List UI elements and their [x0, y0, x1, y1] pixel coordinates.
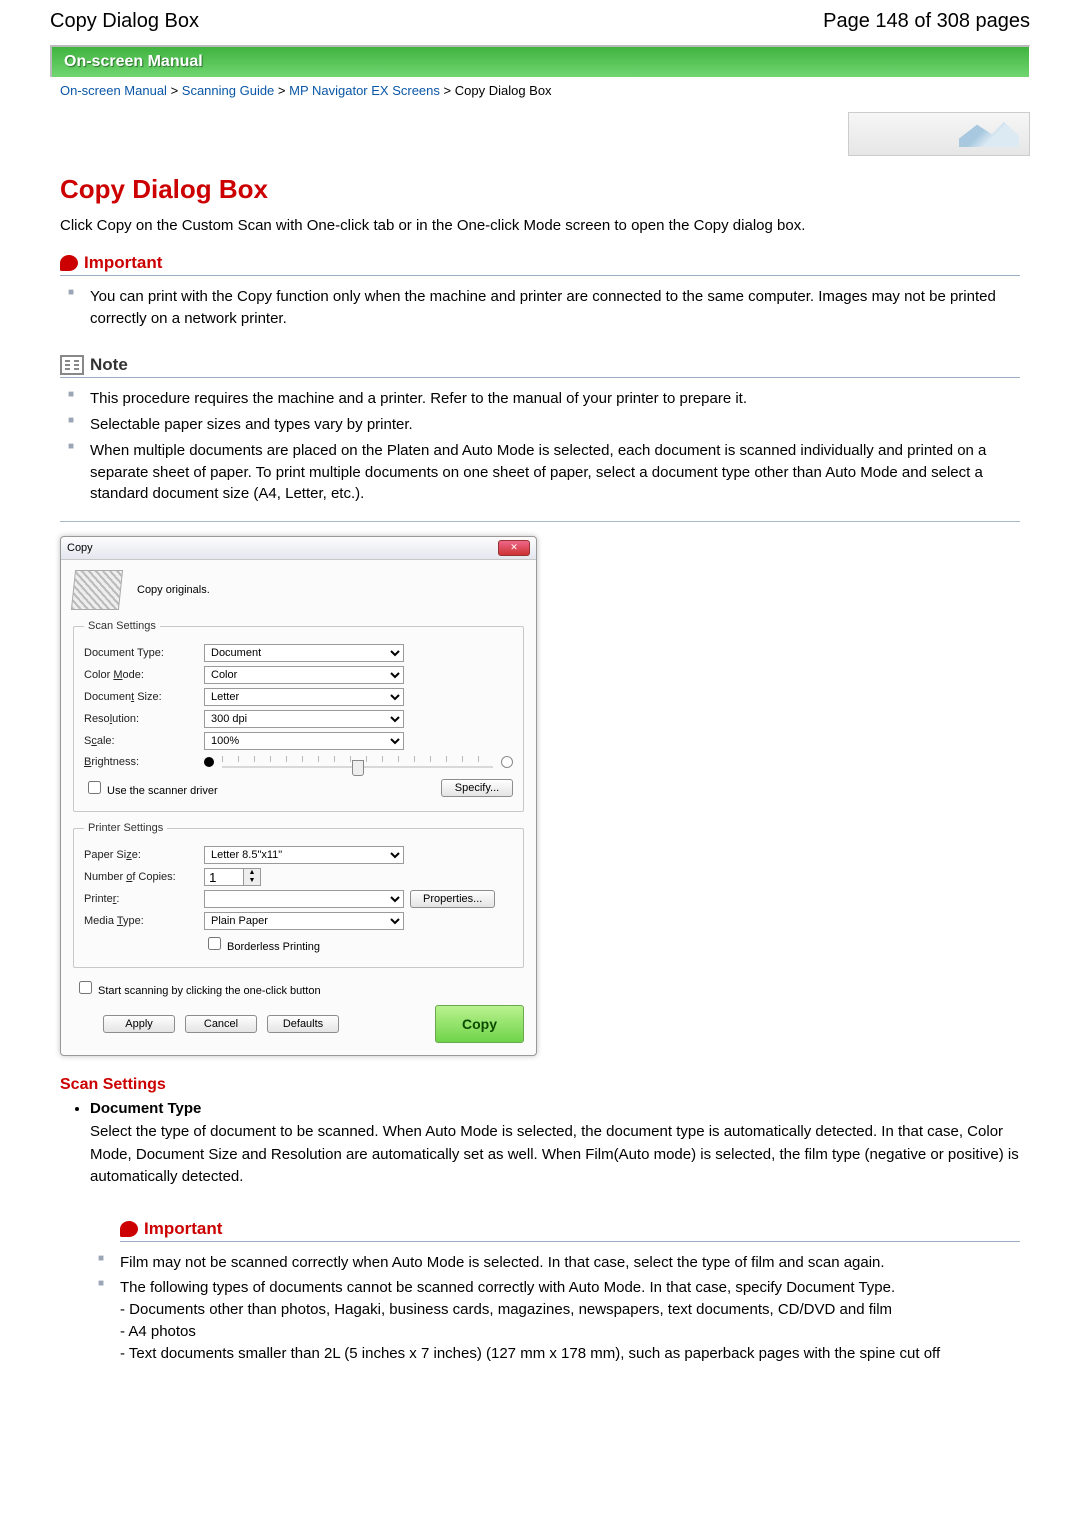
start-one-click-checkbox[interactable]: Start scanning by clicking the one-click…: [75, 978, 524, 997]
close-icon[interactable]: ✕: [498, 540, 530, 556]
brand-logo: [848, 112, 1030, 156]
printer-settings-legend: Printer Settings: [84, 822, 167, 834]
color-mode-select[interactable]: Color: [204, 666, 404, 684]
note-item: This procedure requires the machine and …: [84, 386, 1020, 412]
page-title: Copy Dialog Box: [60, 174, 1020, 205]
breadcrumb-link-3[interactable]: MP Navigator EX Screens: [289, 83, 440, 98]
note-list: This procedure requires the machine and …: [60, 386, 1020, 507]
resolution-select[interactable]: 300 dpi: [204, 710, 404, 728]
brightness-dark-icon: [204, 757, 214, 767]
document-type-label: Document Type:: [84, 647, 204, 659]
scan-settings-legend: Scan Settings: [84, 620, 160, 632]
brightness-slider[interactable]: [222, 754, 493, 770]
document-type-item: Document Type Select the type of documen…: [90, 1100, 1020, 1366]
dialog-title: Copy: [67, 542, 93, 554]
manual-bar: On-screen Manual: [50, 45, 1030, 77]
number-of-copies-label: Number of Copies:: [84, 871, 204, 883]
apply-button[interactable]: Apply: [103, 1015, 175, 1033]
scan-settings-group: Scan Settings Document Type: Document Co…: [73, 620, 524, 812]
defaults-button[interactable]: Defaults: [267, 1015, 339, 1033]
document-size-select[interactable]: Letter: [204, 688, 404, 706]
separator: [60, 521, 1020, 522]
printer-settings-group: Printer Settings Paper Size: Letter 8.5"…: [73, 822, 524, 968]
borderless-printing-checkbox[interactable]: Borderless Printing: [204, 934, 320, 953]
properties-button[interactable]: Properties...: [410, 890, 495, 908]
breadcrumb-link-2[interactable]: Scanning Guide: [182, 83, 275, 98]
important-list-1: You can print with the Copy function onl…: [60, 284, 1020, 332]
header-title-left: Copy Dialog Box: [50, 10, 199, 33]
important-item: The following types of documents cannot …: [114, 1275, 1020, 1366]
media-type-select[interactable]: Plain Paper: [204, 912, 404, 930]
scale-label: Scale:: [84, 735, 204, 747]
note-heading: Note: [60, 339, 1020, 378]
note-icon: [60, 355, 84, 375]
brightness-label: Brightness:: [84, 756, 204, 768]
intro-text: Click Copy on the Custom Scan with One-c…: [60, 215, 1020, 237]
copy-button[interactable]: Copy: [435, 1005, 524, 1043]
color-mode-label: Color Mode:: [84, 669, 204, 681]
breadcrumb-link-1[interactable]: On-screen Manual: [60, 83, 167, 98]
important-heading-2: Important: [120, 1203, 1020, 1242]
scan-settings-heading: Scan Settings: [60, 1076, 1020, 1094]
use-scanner-driver-checkbox[interactable]: Use the scanner driver: [84, 778, 218, 797]
printer-select[interactable]: [204, 890, 404, 908]
dialog-subtitle: Copy originals.: [137, 584, 210, 596]
important-item: Film may not be scanned correctly when A…: [114, 1250, 1020, 1276]
scale-select[interactable]: 100%: [204, 732, 404, 750]
cancel-button[interactable]: Cancel: [185, 1015, 257, 1033]
document-type-select[interactable]: Document: [204, 644, 404, 662]
important-item: You can print with the Copy function onl…: [84, 284, 1020, 332]
paper-size-select[interactable]: Letter 8.5"x11": [204, 846, 404, 864]
document-size-label: Document Size:: [84, 691, 204, 703]
header-title-right: Page 148 of 308 pages: [823, 10, 1030, 33]
copy-dialog: Copy ✕ Copy originals. Scan Settings Doc…: [60, 536, 537, 1056]
important-icon: [60, 255, 78, 271]
document-type-desc: Select the type of document to be scanne…: [90, 1121, 1020, 1189]
copy-originals-icon: [71, 570, 123, 610]
important-list-2: Film may not be scanned correctly when A…: [90, 1250, 1020, 1367]
printer-label: Printer:: [84, 893, 204, 905]
note-item: Selectable paper sizes and types vary by…: [84, 412, 1020, 438]
note-item: When multiple documents are placed on th…: [84, 438, 1020, 507]
brightness-light-icon: [501, 756, 513, 768]
paper-size-label: Paper Size:: [84, 849, 204, 861]
breadcrumb: On-screen Manual > Scanning Guide > MP N…: [60, 83, 1030, 98]
important-icon: [120, 1221, 138, 1237]
breadcrumb-current: Copy Dialog Box: [455, 83, 552, 98]
resolution-label: Resolution:: [84, 713, 204, 725]
number-of-copies-stepper[interactable]: ▲▼: [204, 868, 264, 886]
media-type-label: Media Type:: [84, 915, 204, 927]
specify-button[interactable]: Specify...: [441, 779, 513, 797]
important-heading-1: Important: [60, 237, 1020, 276]
